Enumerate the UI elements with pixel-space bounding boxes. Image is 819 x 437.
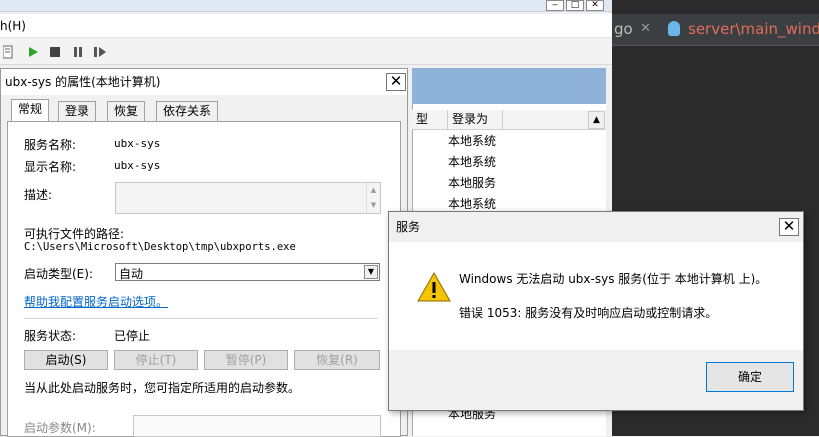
error-dialog-title: 服务 xyxy=(389,212,803,242)
properties-icon[interactable] xyxy=(0,44,16,60)
description-field[interactable]: ▲ ▼ xyxy=(115,182,381,214)
list-item[interactable]: 本地服务 xyxy=(448,173,496,193)
tab-server-main-window[interactable]: server\main_wind xyxy=(688,20,819,38)
close-icon[interactable]: ✕ xyxy=(779,218,799,236)
resume-button[interactable]: 恢复(R) xyxy=(294,350,380,370)
stop-icon[interactable] xyxy=(47,44,63,60)
description-scrollbar[interactable]: ▲ ▼ xyxy=(366,183,380,213)
service-name-label: 服务名称: xyxy=(24,138,77,152)
warning-icon xyxy=(417,271,451,305)
general-tab-panel: 服务名称: ubx-sys 显示名称: ubx-sys 描述: ▲ ▼ 可执行文件… xyxy=(7,121,401,437)
startup-type-label: 启动类型(E): xyxy=(24,267,93,281)
list-item[interactable]: 本地系统 xyxy=(448,152,496,172)
ok-button[interactable]: 确定 xyxy=(706,362,794,392)
play-icon[interactable] xyxy=(25,44,41,60)
error-dialog: 服务 ✕ Windows 无法启动 ubx-sys 服务(位于 本地计算机 上)… xyxy=(388,211,804,411)
service-name-value: ubx-sys xyxy=(114,137,161,150)
tab-logon[interactable]: 登录 xyxy=(58,101,97,121)
start-params-input[interactable] xyxy=(133,415,381,437)
pause-icon[interactable] xyxy=(70,44,86,60)
error-dialog-footer: 确定 xyxy=(389,350,803,410)
divider xyxy=(24,318,378,319)
list-item[interactable]: 本地系统 xyxy=(448,131,496,151)
start-button[interactable]: 启动(S) xyxy=(24,350,108,370)
error-message: Windows 无法启动 ubx-sys 服务(位于 本地计算机 上)。 xyxy=(459,272,768,286)
tab-dependencies[interactable]: 依存关系 xyxy=(156,101,219,121)
description-label: 描述: xyxy=(24,188,53,202)
restart-icon[interactable] xyxy=(92,44,108,60)
close-button[interactable]: ✕ xyxy=(586,0,604,11)
stop-button[interactable]: 停止(T) xyxy=(114,350,198,370)
minimize-button[interactable]: ‒ xyxy=(546,0,564,11)
column-type[interactable]: 型 xyxy=(412,110,448,130)
display-name-label: 显示名称: xyxy=(24,160,77,174)
error-detail: 错误 1053: 服务没有及时响应启动或控制请求。 xyxy=(459,306,718,320)
start-params-hint: 当从此处启动服务时，您可指定所适用的启动参数。 xyxy=(24,381,301,395)
chevron-down-icon[interactable]: ▼ xyxy=(364,265,378,279)
exe-path-label: 可执行文件的路径: xyxy=(24,227,125,241)
dialog-title: ubx-sys 的属性(本地计算机) xyxy=(1,69,407,95)
close-icon[interactable]: ✕ xyxy=(386,73,406,91)
tab-general[interactable]: 常规 xyxy=(11,99,50,122)
column-logon[interactable]: 登录为 xyxy=(448,110,503,130)
pause-button[interactable]: 暂停(P) xyxy=(204,350,288,370)
column-header: 型 登录为 ▲ xyxy=(412,110,606,130)
go-gopher-icon xyxy=(668,21,680,36)
tab-go[interactable]: go xyxy=(614,20,633,38)
startup-type-select[interactable]: 自动 ▼ xyxy=(115,263,380,281)
startup-type-value: 自动 xyxy=(119,267,144,281)
help-configure-link[interactable]: 帮助我配置服务启动选项。 xyxy=(24,293,168,310)
editor-tab-bar: go ✕ server\main_wind xyxy=(612,14,819,46)
tab-recovery[interactable]: 恢复 xyxy=(107,101,146,121)
service-status-value: 已停止 xyxy=(114,329,151,343)
scroll-up-arrow-icon[interactable]: ▲ xyxy=(588,111,605,129)
service-status-label: 服务状态: xyxy=(24,329,77,343)
tab-close-icon[interactable]: ✕ xyxy=(640,21,651,36)
toolbar xyxy=(0,39,612,65)
menu-help[interactable]: h(H) xyxy=(0,19,26,33)
display-name-value: ubx-sys xyxy=(114,159,161,172)
service-properties-dialog: ubx-sys 的属性(本地计算机) ✕ 常规 登录 恢复 依存关系 服务名称:… xyxy=(0,68,408,437)
exe-path-value: C:\Users\Microsoft\Desktop\tmp\ubxports.… xyxy=(24,241,296,253)
services-titlebar: ‒ □ ✕ xyxy=(0,0,612,12)
maximize-button[interactable]: □ xyxy=(566,0,584,11)
start-params-label: 启动参数(M): xyxy=(24,421,96,435)
menu-bar: h(H) xyxy=(0,14,612,38)
services-list-banner xyxy=(412,68,606,104)
